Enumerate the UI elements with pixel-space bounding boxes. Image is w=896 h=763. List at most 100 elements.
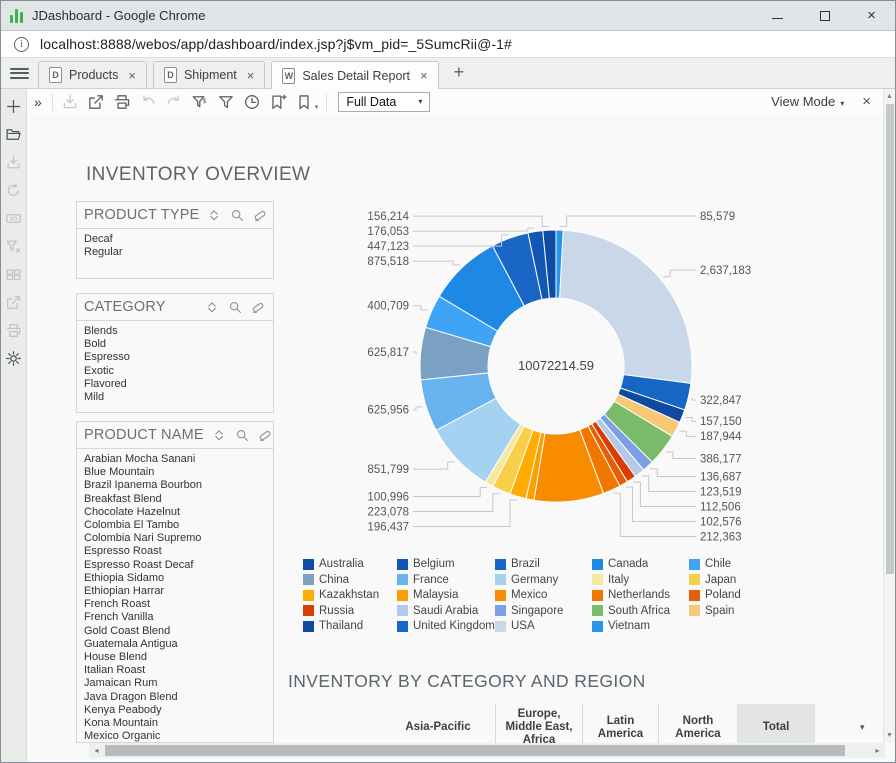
filter-item[interactable]: House Blend — [84, 651, 266, 664]
legend-item-canada[interactable]: Canada — [592, 558, 689, 570]
filter-item[interactable]: Flavored — [84, 378, 266, 391]
url-text[interactable]: localhost:8888/webos/app/dashboard/index… — [40, 36, 512, 52]
legend-item-australia[interactable]: Australia — [303, 558, 397, 570]
legend-item-poland[interactable]: Poland — [689, 589, 775, 601]
info-icon[interactable]: i — [14, 37, 29, 52]
filter-item[interactable]: Blends — [84, 325, 266, 338]
legend-item-china[interactable]: China — [303, 574, 397, 586]
column-latin-america[interactable]: Latin America — [583, 704, 659, 743]
close-tab-icon[interactable]: × — [247, 68, 255, 83]
clear-selection-icon[interactable] — [253, 208, 268, 223]
print-report-icon[interactable] — [113, 93, 131, 111]
column-asia-pacific[interactable]: Asia-Pacific — [381, 704, 495, 743]
filter-item[interactable]: Colombia Nari Supremo — [84, 532, 266, 545]
search-icon[interactable] — [228, 300, 243, 315]
bookmark-menu-caret-icon[interactable]: ▾ — [315, 103, 319, 111]
legend-item-united-kingdom[interactable]: United Kingdom — [397, 620, 495, 632]
search-icon[interactable] — [235, 428, 250, 443]
column-total[interactable]: Total — [737, 704, 815, 743]
view-mode-button[interactable]: View Mode ▾ — [771, 94, 844, 109]
filter-item[interactable]: French Roast — [84, 598, 266, 611]
vertical-scrollbar[interactable]: ▲ ▼ — [883, 89, 895, 743]
legend-item-malaysia[interactable]: Malaysia — [397, 589, 495, 601]
clear-selection-icon[interactable] — [258, 428, 273, 443]
filter-item[interactable]: Bold — [84, 338, 266, 351]
legend-item-brazil[interactable]: Brazil — [495, 558, 592, 570]
rename-icon[interactable]: ab — [5, 210, 22, 227]
filter-item[interactable]: Mexico Organic — [84, 730, 266, 743]
scroll-up-icon[interactable]: ▲ — [884, 90, 895, 103]
clear-filter-icon[interactable] — [5, 238, 22, 255]
filter-item[interactable]: Espresso — [84, 351, 266, 364]
search-icon[interactable] — [230, 208, 245, 223]
expand-icon[interactable] — [205, 300, 220, 315]
add-bookmark-icon[interactable] — [269, 93, 287, 111]
menu-icon[interactable] — [10, 65, 29, 81]
expand-icon[interactable] — [212, 428, 227, 443]
filter-item[interactable]: Kenya Peabody — [84, 704, 266, 717]
table-options-caret-icon[interactable]: ▾ — [860, 722, 865, 733]
filter-item[interactable]: Exotic — [84, 365, 266, 378]
legend-item-japan[interactable]: Japan — [689, 574, 775, 586]
filter-item[interactable]: Chocolate Hazelnut — [84, 506, 266, 519]
close-report-icon[interactable]: × — [862, 93, 871, 110]
legend-item-south-africa[interactable]: South Africa — [592, 605, 689, 617]
filter-item[interactable]: Espresso Roast Decaf — [84, 559, 266, 572]
clear-selection-icon[interactable] — [251, 300, 266, 315]
new-icon[interactable] — [5, 98, 22, 115]
maximize-button[interactable] — [801, 1, 848, 30]
legend-item-russia[interactable]: Russia — [303, 605, 397, 617]
history-icon[interactable] — [243, 93, 261, 111]
legend-item-netherlands[interactable]: Netherlands — [592, 589, 689, 601]
legend-item-mexico[interactable]: Mexico — [495, 589, 592, 601]
filter-item[interactable]: Jamaican Rum — [84, 677, 266, 690]
filter-item[interactable]: Breakfast Blend — [84, 493, 266, 506]
column-emea[interactable]: Europe, Middle East, Africa — [495, 704, 583, 743]
minimize-button[interactable] — [754, 1, 801, 30]
filter-item[interactable]: Gold Coast Blend — [84, 625, 266, 638]
tab-sales-detail-report[interactable]: W Sales Detail Report × — [271, 61, 438, 89]
filter-values-icon[interactable]: $ — [191, 93, 209, 111]
legend-item-france[interactable]: France — [397, 574, 495, 586]
scroll-right-icon[interactable]: ▸ — [871, 743, 884, 758]
legend-item-saudi-arabia[interactable]: Saudi Arabia — [397, 605, 495, 617]
scroll-down-icon[interactable]: ▼ — [884, 729, 895, 742]
undo-icon[interactable] — [139, 93, 157, 111]
filter-item[interactable]: Colombia El Tambo — [84, 519, 266, 532]
dataset-select[interactable]: Full Data ▾ — [338, 92, 430, 112]
filter-item[interactable]: Ethiopian Harrar — [84, 585, 266, 598]
save-icon[interactable] — [61, 93, 79, 111]
export-report-icon[interactable] — [87, 93, 105, 111]
legend-item-vietnam[interactable]: Vietnam — [592, 620, 689, 632]
expand-icon[interactable] — [207, 208, 222, 223]
horizontal-scrollbar-thumb[interactable] — [105, 745, 845, 756]
legend-item-spain[interactable]: Spain — [689, 605, 775, 617]
filter-item[interactable]: Decaf — [84, 233, 266, 246]
tab-products[interactable]: D Products × — [38, 61, 147, 88]
filter-item[interactable]: Guatemala Antigua — [84, 638, 266, 651]
filter-item[interactable]: Arabian Mocha Sanani — [84, 453, 266, 466]
bookmark-icon[interactable] — [295, 93, 313, 111]
open-folder-icon[interactable] — [5, 126, 22, 143]
toolbar-overflow-icon[interactable]: » — [34, 94, 42, 110]
close-tab-icon[interactable]: × — [420, 68, 428, 83]
column-north-america[interactable]: North America — [659, 704, 737, 743]
vertical-scrollbar-thumb[interactable] — [886, 104, 894, 574]
import-icon[interactable] — [5, 154, 22, 171]
legend-item-germany[interactable]: Germany — [495, 574, 592, 586]
filter-item[interactable]: Espresso Roast — [84, 545, 266, 558]
legend-item-usa[interactable]: USA — [495, 620, 592, 632]
filter-item[interactable]: Brazil Ipanema Bourbon — [84, 479, 266, 492]
legend-item-singapore[interactable]: Singapore — [495, 605, 592, 617]
scroll-left-icon[interactable]: ◂ — [90, 743, 103, 758]
filter-item[interactable]: Java Dragon Blend — [84, 691, 266, 704]
filter-item[interactable]: French Vanilla — [84, 611, 266, 624]
tab-shipment[interactable]: D Shipment × — [153, 61, 265, 88]
legend-item-kazakhstan[interactable]: Kazakhstan — [303, 589, 397, 601]
address-bar[interactable]: i localhost:8888/webos/app/dashboard/ind… — [1, 31, 895, 58]
export-icon[interactable] — [5, 294, 22, 311]
horizontal-scrollbar[interactable]: ◂ ▸ — [89, 743, 885, 758]
settings-gear-icon[interactable] — [5, 350, 22, 367]
close-button[interactable]: × — [848, 1, 895, 30]
new-tab-button[interactable]: + — [454, 63, 465, 81]
